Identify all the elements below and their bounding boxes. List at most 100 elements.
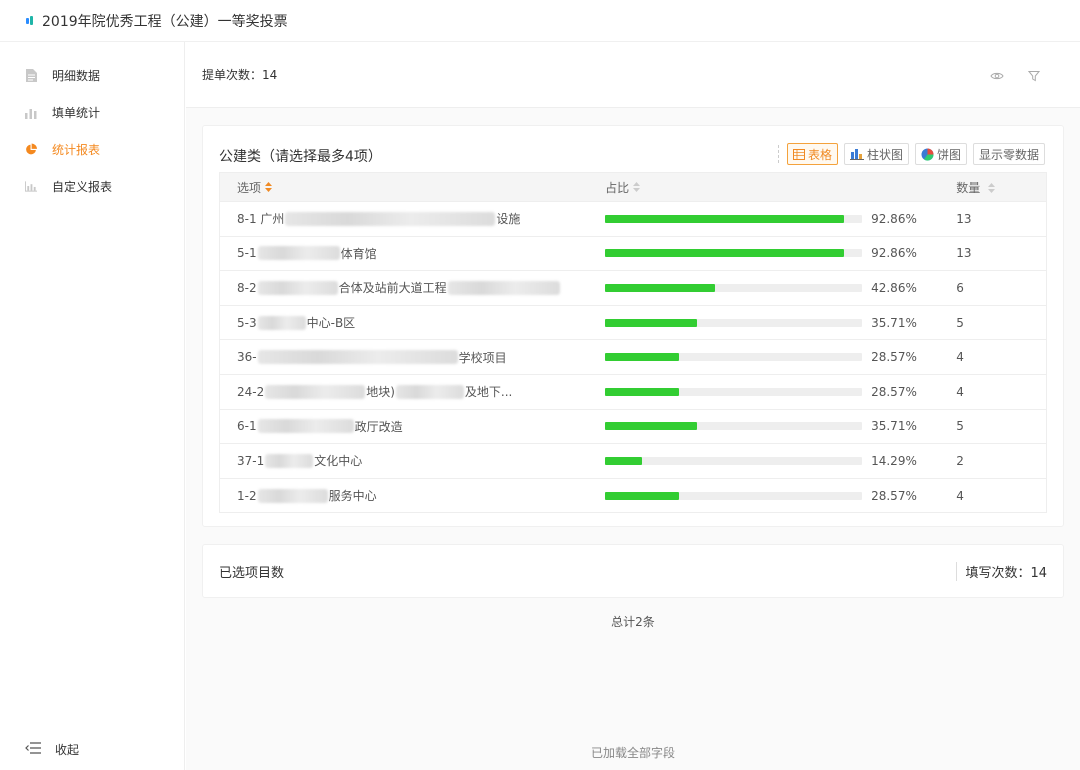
show-zero-data-button[interactable]: 显示零数据: [972, 143, 1045, 165]
option-count: 5: [956, 419, 964, 434]
table-row[interactable]: 5-1 体育馆 92.86% 13: [220, 235, 1046, 271]
option-prefix: 36-: [237, 350, 257, 365]
ratio-bar: [605, 214, 863, 223]
pie-chart-icon: [921, 148, 934, 161]
sidebar-item-label: 自定义报表: [52, 180, 113, 194]
ratio-percent: 42.86%: [871, 280, 917, 295]
table-row[interactable]: 6-1 政厅改造 35.71% 5: [220, 408, 1046, 444]
custom-chart-icon: [25, 181, 37, 193]
header: 2019年院优秀工程（公建）一等奖投票: [0, 0, 1080, 42]
table-row[interactable]: 37-1 文化中心 14.29% 2: [220, 443, 1046, 478]
table-row[interactable]: 36- 学校项目 28.57% 4: [220, 339, 1046, 374]
sort-icon: [265, 182, 273, 192]
ratio-percent: 35.71%: [871, 419, 917, 434]
redacted-text: [257, 280, 338, 295]
ratio-bar-fill: [605, 491, 679, 500]
sidebar-item-detail-data[interactable]: 明细数据: [0, 57, 184, 94]
submit-count: 提单次数：14: [202, 68, 278, 82]
ratio-percent: 28.57%: [871, 488, 917, 503]
col-option-label: 选项: [237, 180, 262, 195]
collapse-button[interactable]: 收起: [25, 741, 79, 758]
option-suffix: 服务中心: [328, 489, 377, 504]
fill-count: 填写次数：14: [956, 561, 1047, 581]
redacted-text: [265, 384, 366, 399]
col-option-header[interactable]: 选项: [220, 179, 605, 196]
table-view-button[interactable]: 表格: [786, 143, 838, 165]
col-ratio-header[interactable]: 占比: [605, 179, 956, 196]
ratio-percent: 14.29%: [871, 453, 917, 468]
sidebar-item-label: 明细数据: [52, 69, 101, 83]
table-view-label: 表格: [807, 147, 832, 162]
option-count: 4: [956, 488, 964, 503]
selected-count-card: 已选项目数 填写次数：14: [202, 544, 1064, 598]
ratio-bar: [605, 422, 863, 431]
main-content: 提单次数：14 公建类（请选择最多4项） 表格 柱状图 饼图 显示零数据 选项 …: [186, 42, 1080, 770]
ratio-percent: 92.86%: [871, 211, 917, 226]
option-suffix: 政厅改造: [354, 419, 403, 434]
option-count: 13: [956, 211, 972, 226]
table-row[interactable]: 8-2 合体及站前大道工程 42.86% 6: [220, 270, 1046, 305]
ratio-bar: [605, 456, 863, 465]
sidebar: 明细数据 填单统计 统计报表 自定义报表 收起: [0, 42, 185, 770]
pie-chart-button[interactable]: 饼图: [914, 143, 967, 165]
bar-chart-icon: [849, 149, 864, 160]
option-count: 4: [956, 350, 964, 365]
stat-card: 公建类（请选择最多4项） 表格 柱状图 饼图 显示零数据 选项 占比 数量 8-…: [202, 125, 1064, 527]
ratio-percent: 28.57%: [871, 384, 917, 399]
redacted-text: [447, 280, 560, 295]
app-title: 2019年院优秀工程（公建）一等奖投票: [42, 13, 288, 30]
option-suffix-2: 及地下...: [464, 385, 513, 400]
col-count-header[interactable]: 数量: [956, 179, 1046, 196]
ratio-bar-fill: [605, 353, 679, 362]
document-icon: [25, 69, 37, 82]
ratio-percent: 28.57%: [871, 350, 917, 365]
ratio-percent: 35.71%: [871, 315, 917, 330]
table-header: 选项 占比 数量: [220, 173, 1046, 201]
table-row[interactable]: 24-2 地块) 及地下... 28.57% 4: [220, 373, 1046, 409]
summary-bar: 提单次数：14: [186, 42, 1080, 108]
option-suffix: 文化中心: [314, 454, 363, 469]
show-zero-data-label: 显示零数据: [978, 147, 1039, 162]
table-icon: [792, 148, 805, 160]
option-prefix: 5-3: [237, 315, 257, 330]
redacted-text: [257, 246, 340, 261]
selected-items-label: 已选项目数: [219, 565, 285, 581]
table-row[interactable]: 1-2 服务中心 28.57% 4: [220, 477, 1046, 513]
sidebar-item-custom-report[interactable]: 自定义报表: [0, 168, 184, 205]
collapse-icon: [25, 742, 41, 757]
option-suffix: 体育馆: [340, 246, 377, 261]
chart-toolbar: 表格 柱状图 饼图 显示零数据: [777, 143, 1045, 165]
collapse-label: 收起: [55, 743, 80, 757]
sidebar-item-fill-stats[interactable]: 填单统计: [0, 94, 184, 131]
bar-chart-button[interactable]: 柱状图: [843, 143, 909, 165]
option-suffix: 合体及站前大道工程: [338, 281, 447, 296]
ratio-bar-fill: [605, 214, 844, 223]
table-row[interactable]: 5-3 中心-B区 35.71% 5: [220, 304, 1046, 340]
option-prefix: 37-1: [237, 453, 265, 468]
option-count: 2: [956, 453, 964, 468]
sort-icon: [988, 183, 996, 193]
ratio-bar-fill: [605, 318, 697, 327]
option-count: 4: [956, 384, 964, 399]
redacted-text: [395, 384, 464, 399]
stat-table: 选项 占比 数量 8-1 广州 设施 92.86% 13 5-1 体育馆 92.…: [219, 172, 1047, 514]
option-prefix: 5-1: [237, 246, 257, 261]
redacted-text: [285, 211, 496, 226]
eye-icon[interactable]: [990, 70, 1004, 82]
ratio-bar: [605, 387, 863, 396]
redacted-text: [257, 419, 354, 434]
ratio-bar: [605, 353, 863, 362]
ratio-bar-fill: [605, 422, 697, 431]
app-logo-icon: [26, 15, 36, 26]
ratio-bar-fill: [605, 283, 716, 292]
loaded-status: 已加载全部字段: [590, 746, 675, 760]
filter-icon[interactable]: [1027, 70, 1042, 82]
ratio-percent: 92.86%: [871, 246, 917, 261]
ratio-bar: [605, 283, 863, 292]
option-prefix: 1-2: [237, 488, 257, 503]
table-row[interactable]: 8-1 广州 设施 92.86% 13: [220, 201, 1046, 236]
sidebar-item-stat-report[interactable]: 统计报表: [0, 131, 184, 168]
col-count-label: 数量: [956, 180, 981, 195]
card-title: 公建类（请选择最多4项）: [219, 149, 382, 165]
option-count: 5: [956, 315, 964, 330]
